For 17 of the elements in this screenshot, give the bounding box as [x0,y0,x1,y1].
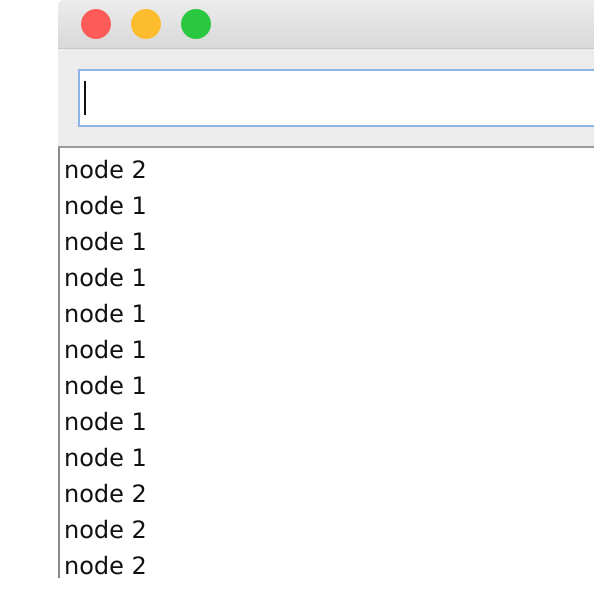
list-item[interactable]: node 1 [64,332,147,368]
text-cursor [84,80,86,114]
list-item[interactable]: node 1 [64,260,147,296]
close-button[interactable] [81,9,111,39]
list-item[interactable]: node 1 [64,188,147,224]
minimize-button[interactable] [131,9,161,39]
list-item[interactable]: node 2 [64,548,147,584]
list-item[interactable]: node 2 [64,152,147,188]
list-item[interactable]: node 1 [64,296,147,332]
list-item[interactable]: node 1 [64,404,147,440]
list-item[interactable]: node 2 [64,512,147,548]
zoom-button[interactable] [181,9,211,39]
list-item[interactable]: node 1 [64,224,147,260]
list-item[interactable]: node 1 [64,440,147,476]
list-item[interactable]: node 1 [64,368,147,404]
list-item[interactable]: node 2 [64,476,147,512]
text-field[interactable] [78,68,594,126]
